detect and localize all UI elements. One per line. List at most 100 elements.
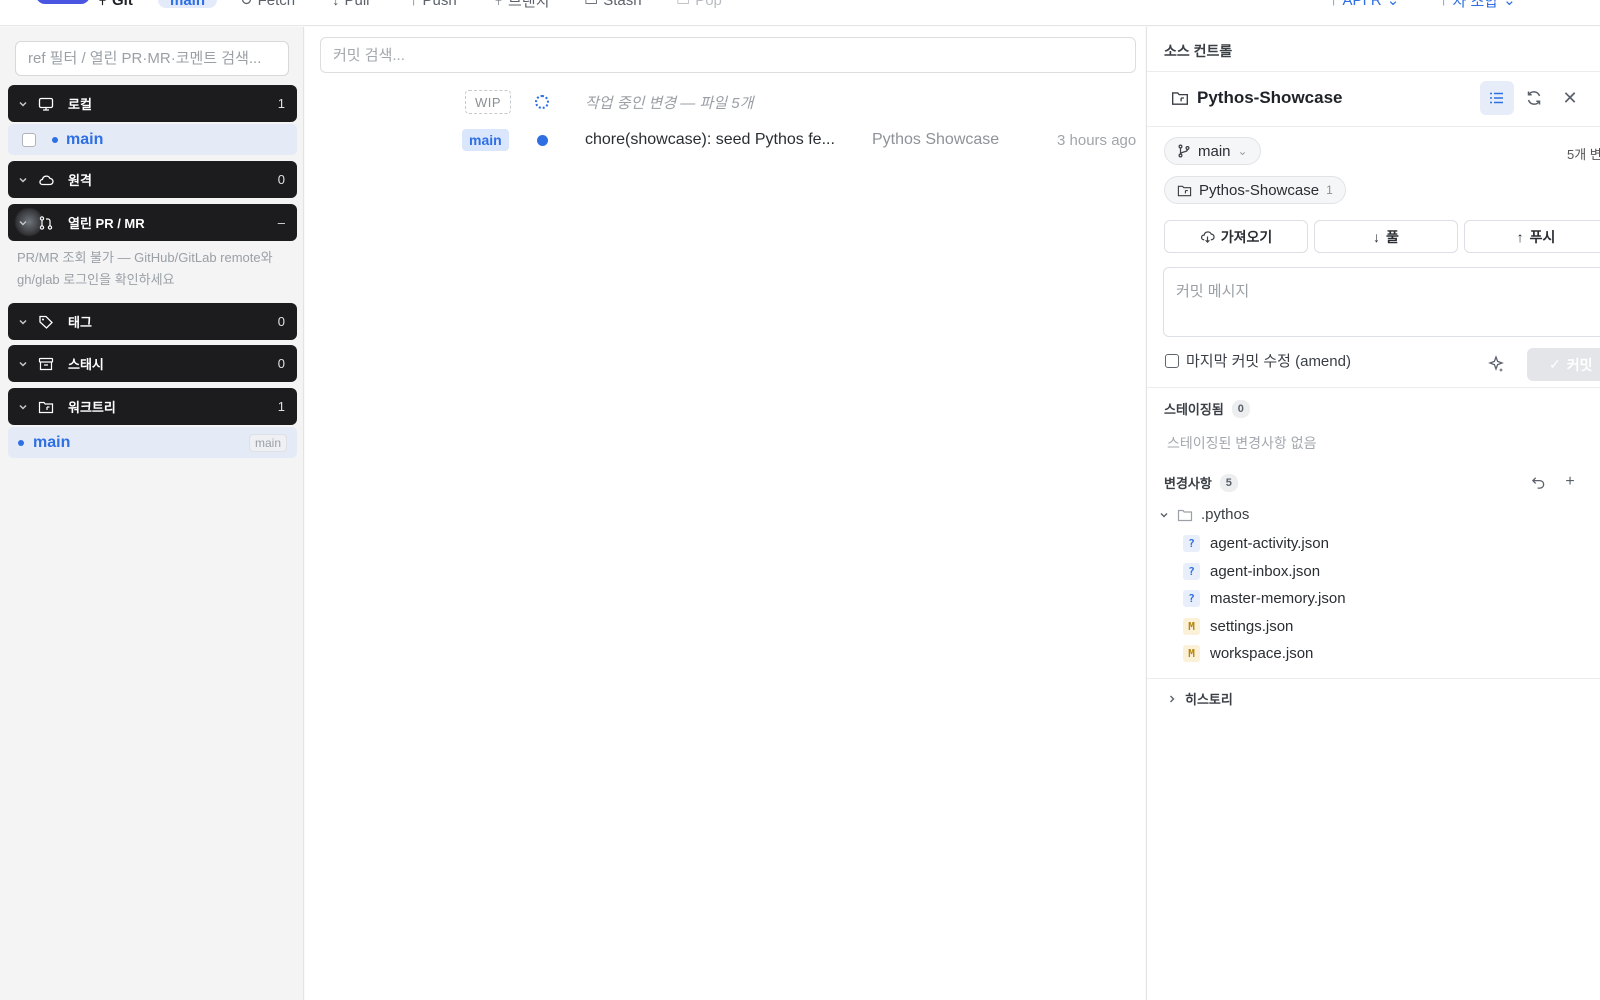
commit-search-input[interactable]	[320, 37, 1136, 73]
pull-button[interactable]: ↓ Pull	[332, 0, 370, 9]
commit-graph-node	[537, 134, 548, 146]
chevron-right-icon	[1167, 694, 1177, 704]
section-remote-count: 0	[277, 172, 285, 187]
source-control-panel: 소스 컨트롤 Pythos-Showcase ✕ main ⌄ 5개 변 Pyt…	[1146, 27, 1600, 1000]
branch-checkbox[interactable]	[22, 132, 36, 147]
chevron-down-icon	[8, 99, 38, 109]
section-local-label: 로컬	[68, 97, 92, 112]
commit-author: Pythos Showcase	[872, 131, 1000, 148]
changed-file-row[interactable]: ? agent-activity.json	[1183, 535, 1329, 552]
untracked-status-icon: ?	[1183, 590, 1200, 607]
stage-all-button[interactable]: +	[1555, 467, 1585, 497]
amend-label: 마지막 커밋 수정 (amend)	[1186, 353, 1351, 370]
tag-icon	[38, 314, 64, 330]
undo-icon	[1531, 475, 1546, 490]
commit-branch-badge[interactable]: main	[462, 129, 509, 151]
chevron-down-icon	[8, 317, 38, 327]
branch-selector[interactable]: main ⌄	[1164, 137, 1261, 165]
amend-checkbox[interactable]	[1165, 353, 1179, 368]
arrow-icon: ↑	[1440, 0, 1448, 9]
worktree-selector-count: 1	[1326, 183, 1333, 197]
push-button[interactable]: ↑ Push	[410, 0, 457, 9]
discard-all-button[interactable]	[1523, 467, 1553, 497]
changes-header[interactable]: 변경사항 5	[1164, 473, 1238, 492]
section-worktree-count: 1	[277, 399, 285, 414]
staged-header[interactable]: 스테이징됨 0	[1164, 399, 1250, 418]
changed-file-row[interactable]: M settings.json	[1183, 618, 1293, 635]
list-view-button[interactable]	[1480, 81, 1514, 115]
folder-icon	[1177, 507, 1193, 523]
chevron-down-icon: ⌄	[1237, 144, 1248, 158]
section-local[interactable]: 로컬 1	[8, 85, 297, 122]
divider	[1147, 126, 1600, 127]
section-tags[interactable]: 태그 0	[8, 303, 297, 340]
branch-selector-label: main	[1198, 142, 1231, 160]
section-stash-count: 0	[277, 356, 285, 371]
close-panel-button[interactable]: ✕	[1553, 81, 1587, 115]
git-section-label: ⑂ Git	[98, 0, 133, 9]
branch-icon: ⑂	[494, 0, 504, 9]
refresh-button[interactable]	[1517, 81, 1551, 115]
chevron-down-icon	[8, 175, 38, 185]
section-worktree-label: 워크트리	[68, 400, 116, 415]
section-remote[interactable]: 원격 0	[8, 161, 297, 198]
section-remote-label: 원격	[68, 173, 92, 188]
pull-request-icon	[38, 215, 64, 231]
section-pull-requests[interactable]: 열린 PR / MR –	[8, 204, 297, 241]
current-branch-pill[interactable]: main	[158, 0, 218, 9]
section-worktree[interactable]: 워크트리 1	[8, 388, 297, 425]
arrow-icon: ↑	[1330, 0, 1338, 9]
commit-message-input[interactable]	[1163, 267, 1600, 337]
folder-row-pythos[interactable]: .pythos	[1159, 506, 1249, 523]
app-logo	[36, 0, 90, 4]
amend-toggle[interactable]: 마지막 커밋 수정 (amend)	[1165, 350, 1351, 371]
push-action-button[interactable]: ↑ 푸시	[1464, 220, 1600, 253]
changed-file-row[interactable]: ? master-memory.json	[1183, 590, 1346, 607]
commit-button-label: 커밋	[1566, 356, 1593, 373]
changes-label: 변경사항	[1164, 476, 1212, 491]
git-icon: ⑂	[98, 0, 108, 9]
file-name: workspace.json	[1210, 645, 1314, 662]
stash-button[interactable]: ▭ Stash	[584, 0, 642, 9]
sparkle-icon	[1487, 355, 1505, 373]
pull-action-label: 풀	[1386, 228, 1399, 245]
arrow-up-icon: ↑	[410, 0, 418, 9]
changed-file-row[interactable]: ? agent-inbox.json	[1183, 563, 1320, 580]
worktree-selector[interactable]: Pythos-Showcase 1	[1164, 176, 1346, 204]
ref-filter-input[interactable]	[15, 41, 289, 76]
chevron-down-icon	[1159, 510, 1169, 520]
worktree-item-main[interactable]: main main	[8, 427, 297, 458]
commit-button[interactable]: ✓ 커밋	[1527, 348, 1600, 381]
wip-graph-node	[535, 95, 549, 109]
history-section-toggle[interactable]: 히스토리	[1167, 689, 1233, 708]
section-stash[interactable]: 스태시 0	[8, 345, 297, 382]
panel-title: 소스 컨트롤	[1164, 43, 1233, 59]
right-toolbar-button[interactable]: ↑ 자 조합 ⌄	[1440, 0, 1516, 10]
api-button[interactable]: ↑ API R ⌄	[1330, 0, 1400, 9]
arrow-up-icon: ↑	[1516, 228, 1524, 245]
worktree-selector-label: Pythos-Showcase	[1199, 181, 1320, 199]
local-branch-main[interactable]: main	[8, 124, 297, 155]
worktree-icon	[38, 399, 64, 415]
worktree-branch-tag: main	[248, 433, 287, 452]
wip-row[interactable]: WIP 작업 중인 변경 — 파일 5개	[305, 87, 1145, 117]
ai-generate-message-button[interactable]	[1479, 347, 1513, 381]
divider	[1147, 387, 1600, 388]
repo-name: Pythos-Showcase	[1197, 88, 1343, 107]
wip-description: 작업 중인 변경 — 파일 5개	[585, 94, 754, 112]
commit-row[interactable]: main chore(showcase): seed Pythos fe... …	[305, 125, 1145, 155]
pop-button[interactable]: ▭ Pop	[676, 0, 722, 9]
push-action-label: 푸시	[1529, 228, 1556, 245]
changes-count: 5	[1219, 473, 1238, 492]
branch-button[interactable]: ⑂ 브랜치	[494, 0, 549, 10]
section-pr-label: 열린 PR / MR	[68, 216, 145, 231]
chevron-down-icon: ⌄	[1386, 0, 1400, 9]
fetch-action-button[interactable]: 가져오기	[1164, 220, 1308, 253]
untracked-status-icon: ?	[1183, 535, 1200, 552]
refresh-icon: ↻	[240, 0, 253, 9]
fetch-button[interactable]: ↻ Fetch	[240, 0, 295, 9]
file-name: agent-inbox.json	[1210, 563, 1321, 580]
pull-action-button[interactable]: ↓ 풀	[1314, 220, 1458, 253]
changed-file-row[interactable]: M workspace.json	[1183, 645, 1313, 662]
list-icon	[1488, 89, 1506, 107]
